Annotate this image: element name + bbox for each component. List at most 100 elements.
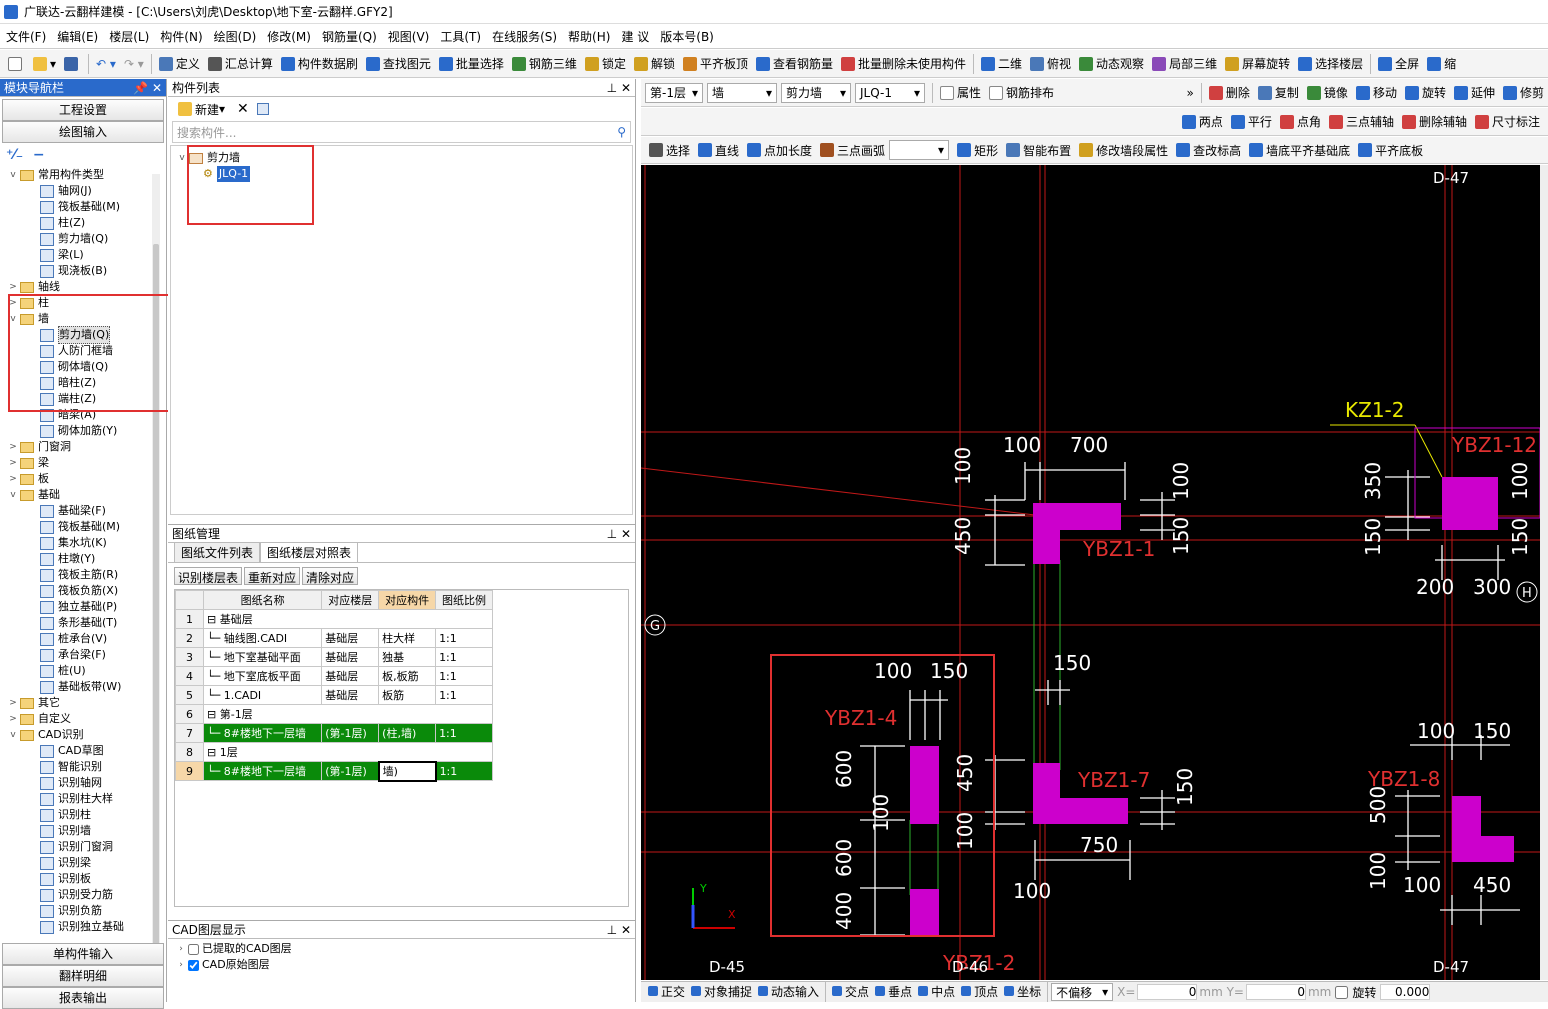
toolbar-btn-7[interactable]: 解锁 (630, 53, 679, 75)
delete-icon[interactable]: ✕ (237, 101, 249, 117)
pin-icon[interactable]: 📌 ✕ (133, 81, 162, 95)
nav-item-41[interactable]: 识别墙 (8, 823, 166, 839)
cell-floor[interactable]: 基础层 (321, 647, 380, 667)
status-toggle-0[interactable]: 正交 (645, 982, 688, 1000)
nav-item-4[interactable]: 剪力墙(Q) (8, 231, 166, 247)
detail-button[interactable]: 翻样明细 (2, 965, 164, 987)
table-row[interactable]: 4 └─ 地下室底板平面 基础层 板,板筋 1:1 (175, 666, 493, 686)
table-row[interactable]: 9 └─ 8#楼地下一层墙 (第-1层) 墙) 1:1 (175, 760, 493, 782)
nav-item-21[interactable]: 基础梁(F) (8, 503, 166, 519)
redo-icon[interactable]: ↷ ▾ (120, 53, 148, 75)
draw-tool-7[interactable]: 查改标高 (1172, 139, 1245, 161)
cell-name[interactable]: └─ 8#楼地下一层墙 (202, 761, 323, 781)
draw-tool-8[interactable]: 墙底平齐基础底 (1245, 139, 1354, 161)
cell-name[interactable]: └─ 地下室基础平面 (202, 647, 323, 667)
toolbar-btn-14[interactable]: 局部三维 (1148, 53, 1221, 75)
report-button[interactable]: 报表输出 (2, 987, 164, 1009)
rebar-layout-button[interactable]: 钢筋排布 (985, 82, 1058, 104)
nav-item-3[interactable]: 柱(Z) (8, 215, 166, 231)
collapse-icon[interactable]: ⊟ (207, 708, 220, 721)
nav-item-42[interactable]: 识别门窗洞 (8, 839, 166, 855)
nav-item-38[interactable]: 识别轴网 (8, 775, 166, 791)
toolbar-btn-4[interactable]: 批量选择 (435, 53, 508, 75)
draw-tool-0[interactable]: 选择 (645, 139, 694, 161)
draw-tool-5[interactable]: 智能布置 (1002, 139, 1075, 161)
cell-scale[interactable]: 1:1 (435, 723, 493, 743)
table-row[interactable]: 2 └─ 轴线图.CADI 基础层 柱大样 1:1 (175, 628, 493, 648)
cell-floor[interactable]: 基础层 (321, 685, 380, 705)
drawmgr-tab-1[interactable]: 图纸楼层对照表 (260, 542, 359, 562)
col-header-0[interactable] (175, 590, 204, 610)
nav-item-7[interactable]: > 轴线 (8, 279, 166, 295)
menu-item-4[interactable]: 绘图(D) (214, 28, 257, 45)
menu-item-9[interactable]: 在线服务(S) (492, 28, 557, 45)
draw-tool-3[interactable]: 三点画弧 (816, 139, 889, 161)
cell-scale[interactable]: 1:1 (435, 761, 493, 781)
nav-item-24[interactable]: 柱墩(Y) (8, 551, 166, 567)
collapse-icon[interactable]: ⊟ (207, 613, 220, 626)
menu-item-3[interactable]: 构件(N) (160, 28, 202, 45)
toolbar-btn-5[interactable]: 钢筋三维 (508, 53, 581, 75)
single-component-button[interactable]: 单构件输入 (2, 943, 164, 965)
toolbar-btn-9[interactable]: 查看钢筋量 (752, 53, 837, 75)
axis-tool-0[interactable]: 两点 (1178, 111, 1227, 133)
collapse-icon[interactable]: ⊟ (207, 746, 220, 759)
toolbar-btn-8[interactable]: 平齐板顶 (679, 53, 752, 75)
cell-floor[interactable]: 基础层 (321, 666, 380, 686)
expand-collapse-icon[interactable]: ⁺⁄₋ − (0, 143, 166, 167)
menu-item-7[interactable]: 视图(V) (388, 28, 430, 45)
cell-name[interactable]: └─ 1.CADI (202, 685, 323, 705)
cell-name[interactable]: └─ 地下室底板平面 (202, 666, 323, 686)
nav-item-37[interactable]: 智能识别 (8, 759, 166, 775)
pin-close-icon[interactable]: ⊥ ✕ (607, 527, 631, 541)
menu-item-12[interactable]: 版本号(B) (660, 28, 714, 45)
menu-item-5[interactable]: 修改(M) (267, 28, 311, 45)
nav-item-2[interactable]: 筏板基础(M) (8, 199, 166, 215)
edit-tool-0[interactable]: 删除 (1205, 82, 1254, 104)
type-select[interactable]: 墙 ▾ (707, 82, 777, 103)
cell-comp[interactable]: 板,板筋 (378, 666, 437, 686)
drawmgr-button-1[interactable]: 重新对应 (244, 567, 301, 585)
nav-item-40[interactable]: 识别柱 (8, 807, 166, 823)
draw-tool-2[interactable]: 点加长度 (743, 139, 816, 161)
nav-item-28[interactable]: 条形基础(T) (8, 615, 166, 631)
status-toggle-6[interactable]: 顶点 (958, 982, 1001, 1000)
toolbar-btn-12[interactable]: 俯视 (1026, 53, 1075, 75)
status-toggle-2[interactable]: 动态输入 (755, 982, 822, 1000)
layer-original[interactable]: › CAD原始图层 (176, 957, 627, 973)
nav-item-18[interactable]: > 梁 (8, 455, 166, 471)
layer-extracted[interactable]: › 已提取的CAD图层 (176, 941, 627, 957)
open-file-icon[interactable]: ▾ (29, 53, 60, 75)
drawmgr-button-0[interactable]: 识别楼层表 (174, 567, 243, 585)
nav-item-20[interactable]: v 基础 (8, 487, 166, 503)
draw-tool-4[interactable]: 矩形 (953, 139, 1002, 161)
x-input[interactable]: 0 (1137, 984, 1198, 1000)
toolbar-btn-18[interactable]: 缩 (1423, 53, 1460, 75)
draw-tool-1[interactable]: 直线 (694, 139, 743, 161)
floor-select[interactable]: 第-1层 ▾ (645, 82, 703, 103)
cell-scale[interactable]: 1:1 (435, 685, 493, 705)
toolbar-btn-2[interactable]: 构件数据刷 (277, 53, 362, 75)
axis-tool-1[interactable]: 平行 (1227, 111, 1276, 133)
status-toggle-3[interactable]: 交点 (829, 982, 872, 1000)
cell-comp[interactable]: (柱,墙) (378, 723, 437, 743)
nav-item-26[interactable]: 筏板负筋(X) (8, 583, 166, 599)
nav-item-6[interactable]: 现浇板(B) (8, 263, 166, 279)
undo-icon[interactable]: ↶ ▾ (92, 53, 120, 75)
nav-item-45[interactable]: 识别受力筋 (8, 887, 166, 903)
col-header-2[interactable]: 对应楼层 (321, 590, 380, 610)
nav-item-16[interactable]: 砌体加筋(Y) (8, 423, 166, 439)
toolbar-btn-15[interactable]: 屏幕旋转 (1221, 53, 1294, 75)
col-header-4[interactable]: 图纸比例 (435, 590, 493, 610)
table-row[interactable]: 3 └─ 地下室基础平面 基础层 独基 1:1 (175, 647, 493, 667)
attribute-button[interactable]: 属性 (936, 82, 985, 104)
cell-floor[interactable]: 基础层 (321, 628, 380, 648)
new-file-icon[interactable] (4, 53, 29, 75)
nav-item-23[interactable]: 集水坑(K) (8, 535, 166, 551)
draw-tool-6[interactable]: 修改墙段属性 (1075, 139, 1172, 161)
axis-tool-3[interactable]: 三点辅轴 (1325, 111, 1398, 133)
nav-item-19[interactable]: > 板 (8, 471, 166, 487)
cell-name[interactable]: └─ 轴线图.CADI (202, 628, 323, 648)
layer-extracted-checkbox[interactable] (188, 943, 199, 955)
edit-tool-5[interactable]: 延伸 (1450, 82, 1499, 104)
